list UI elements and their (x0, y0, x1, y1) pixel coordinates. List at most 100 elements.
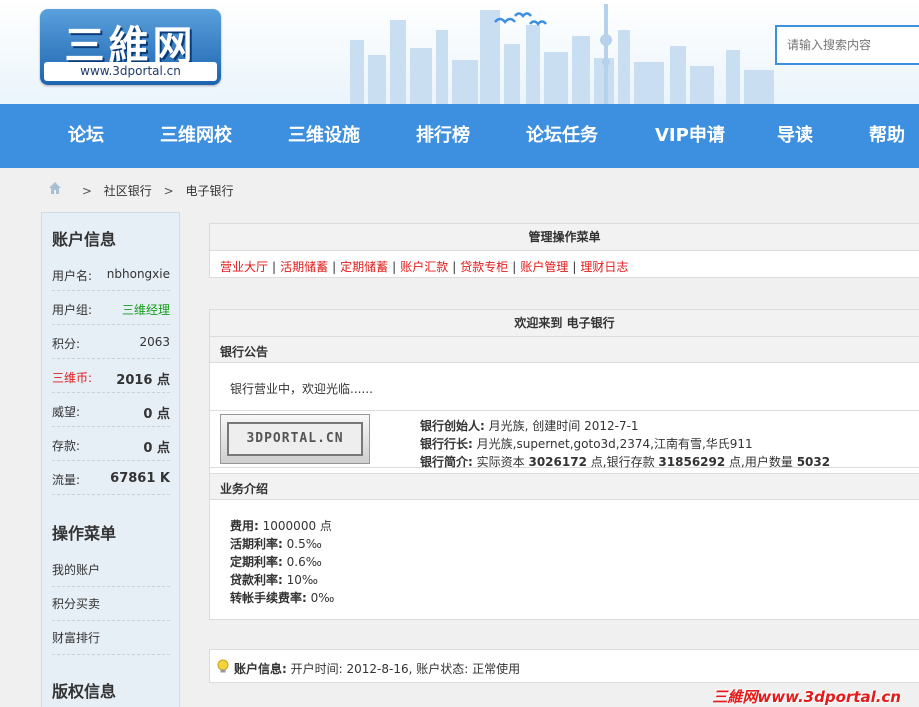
menu-item-wealth-ranking[interactable]: 财富排行 (52, 621, 170, 655)
account-value: 67861 K (110, 471, 170, 486)
intro-label: 银行简介: (420, 455, 473, 469)
search-box[interactable] (775, 25, 919, 65)
account-value: 2063 (139, 335, 170, 349)
operation-menu-title: 操作菜单 (52, 524, 117, 543)
menu-item-my-account[interactable]: 我的账户 (52, 553, 170, 587)
copyright-title: 版权信息 (52, 682, 117, 701)
management-menu-panel: 管理操作菜单 营业大厅 | 活期储蓄 | 定期储蓄 | 账户汇款 | 贷款专柜 | 账户管理 | 理财日… (209, 223, 919, 278)
business-label: 定期利率: (230, 555, 283, 569)
link-fixed-savings[interactable]: 定期储蓄 (340, 260, 388, 274)
notice-header: 银行公告 (210, 336, 919, 363)
business-label: 转帐手续费率: (230, 591, 307, 605)
account-row-deposit: 存款: 0 点 (52, 427, 170, 461)
intro-line: 银行简介: 实际资本 3026172 点,银行存款 31856292 点,用户数… (420, 453, 830, 470)
link-loan-counter[interactable]: 贷款专柜 (460, 260, 508, 274)
main-nav: 论坛 三维网校 三维设施 排行榜 论坛任务 VIP申请 导读 帮助 (0, 104, 919, 168)
account-value: nbhongxie (106, 267, 170, 281)
nav-item-vip[interactable]: VIP申请 (655, 104, 725, 168)
business-label: 贷款利率: (230, 573, 283, 587)
business-value: 0.6‰ (286, 555, 322, 569)
president-line: 银行行长: 月光族,supernet,goto3d,2374,江南有雪,华氏91… (420, 435, 753, 452)
nav-item-forum[interactable]: 论坛 (68, 104, 104, 168)
breadcrumb-community-bank[interactable]: 社区银行 (104, 181, 152, 201)
bank-info-panel: 欢迎来到 电子银行 银行公告 银行营业中，欢迎光临...... 3DPORTAL… (209, 309, 919, 620)
account-value: 三维经理 (121, 303, 170, 317)
president-value: 月光族,supernet,goto3d,2374,江南有雪,华氏911 (476, 437, 753, 451)
business-row-transfer-fee: 转帐手续费率: 0‰ (230, 589, 334, 606)
search-input[interactable] (777, 27, 917, 63)
account-row-traffic: 流量: 67861 K (52, 461, 170, 495)
lightbulb-icon (217, 659, 229, 673)
status-label: 账户信息: (234, 662, 287, 676)
business-row-fixed-rate: 定期利率: 0.6‰ (230, 553, 322, 570)
site-header: 三維网 www.3dportal.cn (0, 0, 919, 104)
breadcrumb-separator: > (81, 183, 92, 198)
link-account-management[interactable]: 账户管理 (520, 260, 568, 274)
nav-item-school[interactable]: 三维网校 (160, 104, 232, 168)
founder-line: 银行创始人: 月光族, 创建时间 2012-7-1 (420, 417, 639, 434)
logo-url: www.3dportal.cn (44, 62, 217, 81)
account-value: 2016 点 (116, 373, 170, 388)
business-title: 业务介绍 (220, 482, 269, 496)
account-row-prestige: 威望: 0 点 (52, 393, 170, 427)
account-row-points: 积分: 2063 (52, 325, 170, 359)
business-value: 10‰ (286, 573, 319, 587)
president-label: 银行行长: (420, 437, 473, 451)
business-row-fee: 费用: 1000000 点 (230, 517, 332, 534)
account-label: 三维币: (52, 371, 93, 385)
account-label: 存款: (52, 439, 81, 453)
account-row-coins: 三维币: 2016 点 (52, 359, 170, 393)
management-menu-title: 管理操作菜单 (210, 224, 919, 251)
business-value: 0.5‰ (286, 537, 322, 551)
account-row-username: 用户名: nbhongxie (52, 257, 170, 291)
breadcrumb: > 社区银行 > 电子银行 (48, 180, 233, 200)
notice-title: 银行公告 (220, 345, 269, 359)
capital-value: 3026172 (528, 455, 587, 469)
account-label: 用户名: (52, 269, 93, 283)
intro-text: 点,用户数量 (729, 455, 793, 469)
nav-item-guide[interactable]: 导读 (777, 104, 813, 168)
menu-item-points-trade[interactable]: 积分买卖 (52, 587, 170, 621)
nav-item-ranking[interactable]: 排行榜 (416, 104, 470, 168)
users-value: 5032 (796, 455, 831, 469)
home-icon[interactable] (48, 181, 70, 201)
breadcrumb-separator: > (163, 183, 174, 198)
business-header: 业务介绍 (210, 473, 919, 500)
nav-item-help[interactable]: 帮助 (869, 104, 905, 168)
notice-text: 银行营业中，欢迎光临...... (230, 382, 373, 396)
business-label: 活期利率: (230, 537, 283, 551)
breadcrumb-e-bank[interactable]: 电子银行 (185, 181, 233, 201)
status-text: 账户信息: 开户时间: 2012-8-16, 账户状态: 正常使用 (234, 660, 520, 677)
city-skyline-banner (350, 4, 774, 104)
business-label: 费用: (230, 519, 259, 533)
account-row-usergroup: 用户组: 三维经理 (52, 291, 170, 325)
intro-text: 实际资本 (476, 455, 525, 469)
business-row-loan-rate: 贷款利率: 10‰ (230, 571, 318, 588)
link-finance-log[interactable]: 理财日志 (580, 260, 628, 274)
welcome-title: 欢迎来到 电子银行 (210, 310, 919, 337)
site-logo[interactable]: 三維网 www.3dportal.cn (40, 9, 221, 85)
account-label: 流量: (52, 473, 81, 487)
founder-value: 月光族, 创建时间 2012-7-1 (488, 419, 639, 433)
account-info-title: 账户信息 (52, 230, 117, 249)
nav-item-tasks[interactable]: 论坛任务 (526, 104, 598, 168)
account-label: 用户组: (52, 303, 93, 317)
business-row-demand-rate: 活期利率: 0.5‰ (230, 535, 322, 552)
link-demand-savings[interactable]: 活期储蓄 (280, 260, 328, 274)
account-value: 0 点 (143, 441, 170, 456)
bank-logo-text: 3DPORTAL.CN (227, 422, 363, 456)
intro-text: 点,银行存款 (590, 455, 655, 469)
link-remittance[interactable]: 账户汇款 (400, 260, 448, 274)
business-value: 0‰ (310, 591, 335, 605)
status-value: 开户时间: 2012-8-16, 账户状态: 正常使用 (290, 662, 521, 676)
account-value: 0 点 (143, 407, 170, 422)
link-business-hall[interactable]: 营业大厅 (220, 260, 268, 274)
account-label: 积分: (52, 337, 81, 351)
sidebar: 账户信息 用户名: nbhongxie 用户组: 三维经理 积分: 2063 三… (41, 212, 180, 707)
watermark: 三維网www.3dportal.cn (712, 688, 901, 706)
account-label: 威望: (52, 405, 81, 419)
business-value: 1000000 点 (262, 519, 332, 533)
management-menu-links: 营业大厅 | 活期储蓄 | 定期储蓄 | 账户汇款 | 贷款专柜 | 账户管理 | 理财日志 (220, 260, 629, 274)
founder-label: 银行创始人: (420, 419, 485, 433)
nav-item-facilities[interactable]: 三维设施 (288, 104, 360, 168)
